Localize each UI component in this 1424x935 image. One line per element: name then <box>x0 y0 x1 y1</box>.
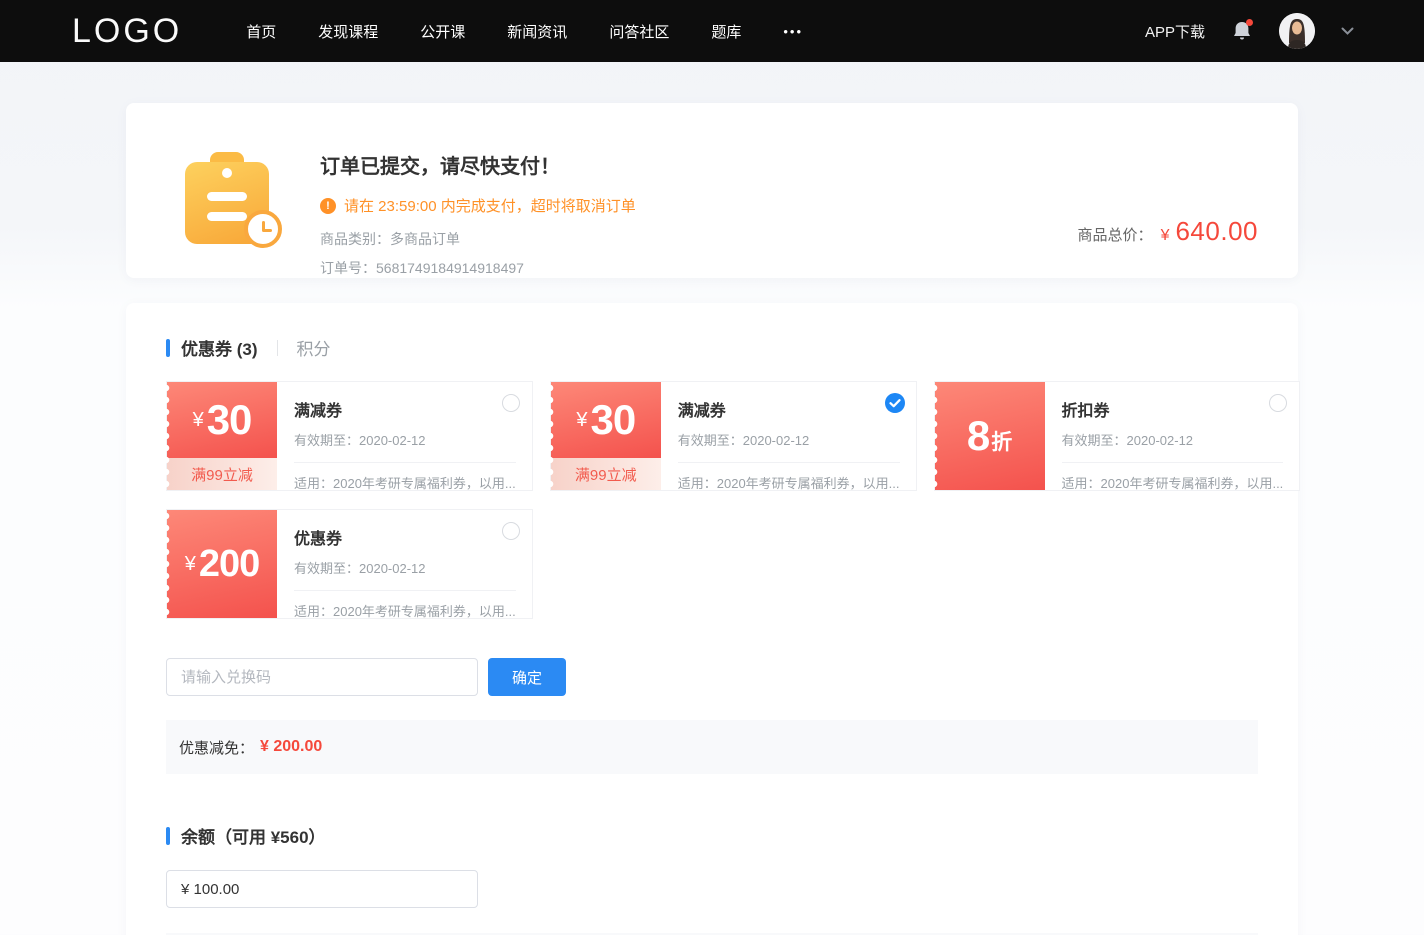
coupon-value-panel: 8 折 <box>935 382 1045 490</box>
balance-amount-input[interactable] <box>166 870 478 908</box>
coupon-details: 满减券 有效期至：2020-02-12 适用：2020年考研专属福利券，以用..… <box>277 382 532 490</box>
exclamation-circle-icon: ! <box>320 198 336 214</box>
coupon-card-full-reduction-2[interactable]: ¥ 30 满99立减 满减券 有效期至：2020-02-12 适用：2020年考… <box>550 381 917 491</box>
coupon-currency: ¥ <box>576 409 587 432</box>
coupon-notches <box>934 382 941 490</box>
coupon-scope: 适用：2020年考研专属福利券，以用... <box>678 473 900 492</box>
payment-deadline-warning: ! 请在 23:59:00 内完成支付，超时将取消订单 <box>320 195 636 216</box>
order-no-label: 订单号： <box>320 260 376 276</box>
balance-title: 余额（可用 ¥560） <box>181 823 326 848</box>
nav-item-discover-courses[interactable]: 发现课程 <box>318 21 378 42</box>
coupon-title: 折扣券 <box>1062 397 1284 421</box>
coupon-divider <box>294 590 516 591</box>
coupon-scope: 适用：2020年考研专属福利券，以用... <box>294 473 516 492</box>
top-nav: LOGO 首页 发现课程 公开课 新闻资讯 问答社区 题库 ••• APP下载 <box>0 0 1424 62</box>
coupon-notches <box>166 510 173 618</box>
coupon-details: 优惠券 有效期至：2020-02-12 适用：2020年考研专属福利券，以用..… <box>277 510 532 618</box>
coupon-notches <box>166 382 173 490</box>
coupon-condition: 满99立减 <box>167 458 277 490</box>
nav-item-home[interactable]: 首页 <box>246 21 276 42</box>
coupon-value-panel: ¥ 200 <box>167 510 277 618</box>
section-accent-bar <box>166 339 170 357</box>
coupon-unit: 折 <box>991 426 1012 456</box>
order-title: 订单已提交，请尽快支付！ <box>320 150 636 179</box>
coupon-divider <box>294 462 516 463</box>
coupon-card-discount[interactable]: 8 折 折扣券 有效期至：2020-02-12 适用：2020年考研专属福利券，… <box>934 381 1301 491</box>
nav-menu: 首页 发现课程 公开课 新闻资讯 问答社区 题库 ••• <box>246 21 803 42</box>
order-no-value: 5681749184914918497 <box>376 260 524 276</box>
coupon-details: 满减券 有效期至：2020-02-12 适用：2020年考研专属福利券，以用..… <box>661 382 916 490</box>
order-info: 订单已提交，请尽快支付！ ! 请在 23:59:00 内完成支付，超时将取消订单… <box>320 148 636 238</box>
coupon-scope: 适用：2020年考研专属福利券，以用... <box>294 601 516 620</box>
notification-bell-icon[interactable] <box>1231 19 1253 43</box>
coupon-divider <box>678 462 900 463</box>
tab-separator <box>277 340 278 356</box>
coupon-title: 满减券 <box>294 397 516 421</box>
coupon-currency: ¥ <box>185 553 196 576</box>
coupon-validity: 有效期至：2020-02-12 <box>1062 430 1284 449</box>
points-tab[interactable]: 积分 <box>297 335 331 360</box>
category-label: 商品类别： <box>320 231 390 247</box>
nav-item-qa-community[interactable]: 问答社区 <box>609 21 669 42</box>
coupon-card-full-reduction-1[interactable]: ¥ 30 满99立减 满减券 有效期至：2020-02-12 适用：2020年考… <box>166 381 533 491</box>
balance-section-header: 余额（可用 ¥560） <box>166 823 1258 848</box>
coupon-section-header: 优惠券 (3) 积分 <box>166 335 1258 360</box>
coupon-validity: 有效期至：2020-02-12 <box>294 430 516 449</box>
coupon-value-panel: ¥ 30 满99立减 <box>167 382 277 490</box>
total-label: 商品总价： <box>1078 224 1153 245</box>
coupon-amount: 30 <box>590 396 635 444</box>
coupon-card-voucher[interactable]: ¥ 200 优惠券 有效期至：2020-02-12 适用：2020年考研专属福利… <box>166 509 533 619</box>
total-amount: 640.00 <box>1175 216 1258 247</box>
coupon-value-panel: ¥ 30 满99立减 <box>551 382 661 490</box>
coupon-details: 折扣券 有效期至：2020-02-12 适用：2020年考研专属福利券，以用..… <box>1045 382 1300 490</box>
order-status-card: 订单已提交，请尽快支付！ ! 请在 23:59:00 内完成支付，超时将取消订单… <box>126 103 1298 278</box>
currency-symbol: ¥ <box>1161 227 1170 245</box>
coupon-divider <box>1062 462 1284 463</box>
app-download-link[interactable]: APP下载 <box>1145 21 1205 42</box>
category-value: 多商品订单 <box>390 231 460 247</box>
coupon-radio-unchecked[interactable] <box>1269 394 1287 412</box>
logo[interactable]: LOGO <box>72 12 182 51</box>
user-avatar[interactable] <box>1279 13 1315 49</box>
order-number-row: 订单号：5681749184914918497 <box>320 258 636 278</box>
coupon-amount: 200 <box>199 543 259 586</box>
coupon-condition: 满99立减 <box>551 458 661 490</box>
confirm-button[interactable]: 确定 <box>488 658 566 696</box>
redeem-code-row: 确定 <box>166 658 1258 696</box>
nav-right-cluster: APP下载 <box>1145 13 1354 49</box>
nav-item-open-courses[interactable]: 公开课 <box>420 21 465 42</box>
check-circle-icon[interactable] <box>885 393 905 413</box>
section-accent-bar <box>166 827 170 845</box>
order-total: 商品总价： ¥ 640.00 <box>1078 216 1258 247</box>
payment-options-card: 优惠券 (3) 积分 ¥ 30 满99立减 满减券 有效期至：2020-02-1… <box>126 303 1298 935</box>
coupon-validity: 有效期至：2020-02-12 <box>294 558 516 577</box>
redeem-code-input[interactable] <box>166 658 478 696</box>
coupon-amount: 30 <box>207 396 252 444</box>
coupon-notches <box>550 382 557 490</box>
coupon-radio-unchecked[interactable] <box>502 522 520 540</box>
discount-amount: ¥ 200.00 <box>260 738 322 756</box>
discount-summary-bar: 优惠减免： ¥ 200.00 <box>166 720 1258 774</box>
coupon-radio-unchecked[interactable] <box>502 394 520 412</box>
discount-label: 优惠减免： <box>179 737 254 758</box>
coupon-validity: 有效期至：2020-02-12 <box>678 430 900 449</box>
coupon-grid: ¥ 30 满99立减 满减券 有效期至：2020-02-12 适用：2020年考… <box>166 381 1258 619</box>
order-category-row: 商品类别：多商品订单 <box>320 229 636 249</box>
nav-item-question-bank[interactable]: 题库 <box>711 21 741 42</box>
coupon-title: 满减券 <box>678 397 900 421</box>
notification-badge <box>1246 19 1253 26</box>
chevron-down-icon[interactable] <box>1341 27 1354 36</box>
coupons-tab[interactable]: 优惠券 (3) <box>181 335 258 360</box>
coupon-scope: 适用：2020年考研专属福利券，以用... <box>1062 473 1284 492</box>
coupon-amount: 8 <box>967 412 989 460</box>
deadline-text: 请在 23:59:00 内完成支付，超时将取消订单 <box>344 195 636 216</box>
coupon-title: 优惠券 <box>294 525 516 549</box>
more-menu-icon[interactable]: ••• <box>783 24 803 39</box>
coupon-currency: ¥ <box>193 409 204 432</box>
clipboard-clock-icon <box>184 150 276 246</box>
nav-item-news[interactable]: 新闻资讯 <box>507 21 567 42</box>
